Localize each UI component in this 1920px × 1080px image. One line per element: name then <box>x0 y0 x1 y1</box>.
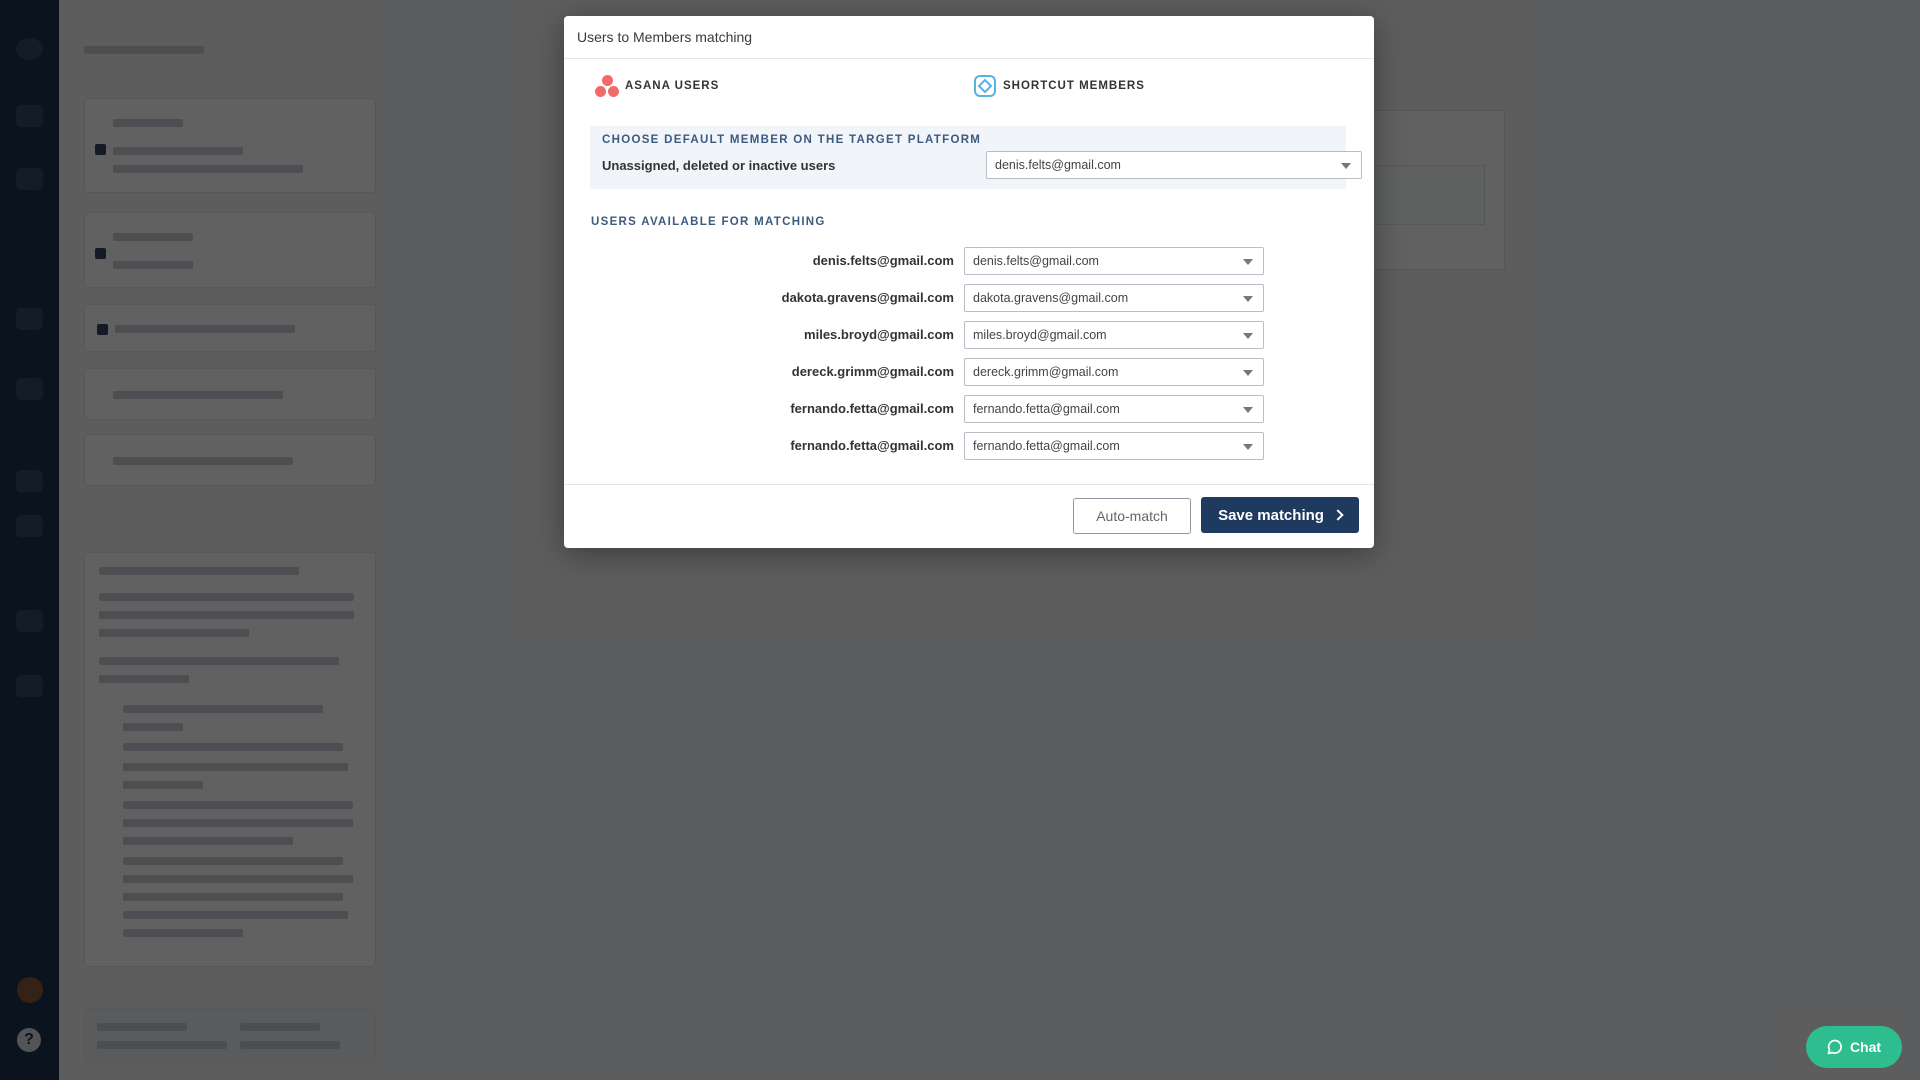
select-value: dereck.grimm@gmail.com <box>973 365 1119 379</box>
select-value: fernando.fetta@gmail.com <box>973 439 1120 453</box>
select-value: denis.felts@gmail.com <box>995 158 1121 172</box>
target-member-select[interactable]: denis.felts@gmail.com <box>964 247 1264 275</box>
matching-modal: Users to Members matching ASANA USERS SH… <box>564 16 1374 548</box>
caret-down-icon <box>1243 333 1253 339</box>
chevron-right-icon <box>1332 509 1344 521</box>
caret-down-icon <box>1243 259 1253 265</box>
source-user: dereck.grimm@gmail.com <box>791 364 954 379</box>
caret-down-icon <box>1243 407 1253 413</box>
select-value: fernando.fetta@gmail.com <box>973 402 1120 416</box>
chat-bubble-icon <box>1827 1039 1842 1055</box>
match-row: denis.felts@gmail.com denis.felts@gmail.… <box>564 247 1374 275</box>
asana-icon <box>595 74 619 98</box>
target-member-select[interactable]: miles.broyd@gmail.com <box>964 321 1264 349</box>
match-row: dereck.grimm@gmail.com dereck.grimm@gmai… <box>564 358 1374 386</box>
platform-headers: ASANA USERS SHORTCUT MEMBERS <box>591 74 1347 104</box>
match-row: fernando.fetta@gmail.com fernando.fetta@… <box>564 395 1374 423</box>
target-member-select[interactable]: fernando.fetta@gmail.com <box>964 432 1264 460</box>
shortcut-icon <box>974 75 996 97</box>
modal-title: Users to Members matching <box>577 29 753 45</box>
target-platform-header: SHORTCUT MEMBERS <box>973 74 1145 98</box>
chat-label: Chat <box>1849 1039 1882 1055</box>
target-member-select[interactable]: fernando.fetta@gmail.com <box>964 395 1264 423</box>
save-matching-label: Save matching <box>1218 506 1324 524</box>
source-platform-header: ASANA USERS <box>595 74 719 98</box>
source-user: denis.felts@gmail.com <box>812 253 954 268</box>
source-user: miles.broyd@gmail.com <box>804 327 954 342</box>
source-user: dakota.gravens@gmail.com <box>781 290 954 305</box>
chat-button[interactable]: Chat <box>1806 1026 1902 1068</box>
modal-footer: Auto-match Save matching <box>564 484 1374 548</box>
match-row: fernando.fetta@gmail.com fernando.fetta@… <box>564 432 1374 460</box>
default-row-label: Unassigned, deleted or inactive users <box>602 158 836 173</box>
match-row: miles.broyd@gmail.com miles.broyd@gmail.… <box>564 321 1374 349</box>
source-user: fernando.fetta@gmail.com <box>790 401 954 416</box>
source-user: fernando.fetta@gmail.com <box>790 438 954 453</box>
target-member-select[interactable]: dereck.grimm@gmail.com <box>964 358 1264 386</box>
select-value: miles.broyd@gmail.com <box>973 328 1107 342</box>
default-member-select[interactable]: denis.felts@gmail.com <box>986 151 1362 179</box>
auto-match-button[interactable]: Auto-match <box>1073 498 1191 534</box>
save-matching-button[interactable]: Save matching <box>1201 497 1359 533</box>
available-users-label: USERS AVAILABLE FOR MATCHING <box>591 216 826 228</box>
default-member-section: CHOOSE DEFAULT MEMBER ON THE TARGET PLAT… <box>590 126 1362 189</box>
source-platform-label: ASANA USERS <box>625 80 720 92</box>
modal-header: Users to Members matching <box>564 16 1374 59</box>
caret-down-icon <box>1243 296 1253 302</box>
target-member-select[interactable]: dakota.gravens@gmail.com <box>964 284 1264 312</box>
caret-down-icon <box>1243 370 1253 376</box>
select-value: dakota.gravens@gmail.com <box>973 291 1129 305</box>
select-value: denis.felts@gmail.com <box>973 254 1099 268</box>
default-section-label: CHOOSE DEFAULT MEMBER ON THE TARGET PLAT… <box>602 134 982 146</box>
target-platform-label: SHORTCUT MEMBERS <box>1003 80 1145 92</box>
caret-down-icon <box>1243 444 1253 450</box>
match-row: dakota.gravens@gmail.com dakota.gravens@… <box>564 284 1374 312</box>
caret-down-icon <box>1341 163 1351 169</box>
